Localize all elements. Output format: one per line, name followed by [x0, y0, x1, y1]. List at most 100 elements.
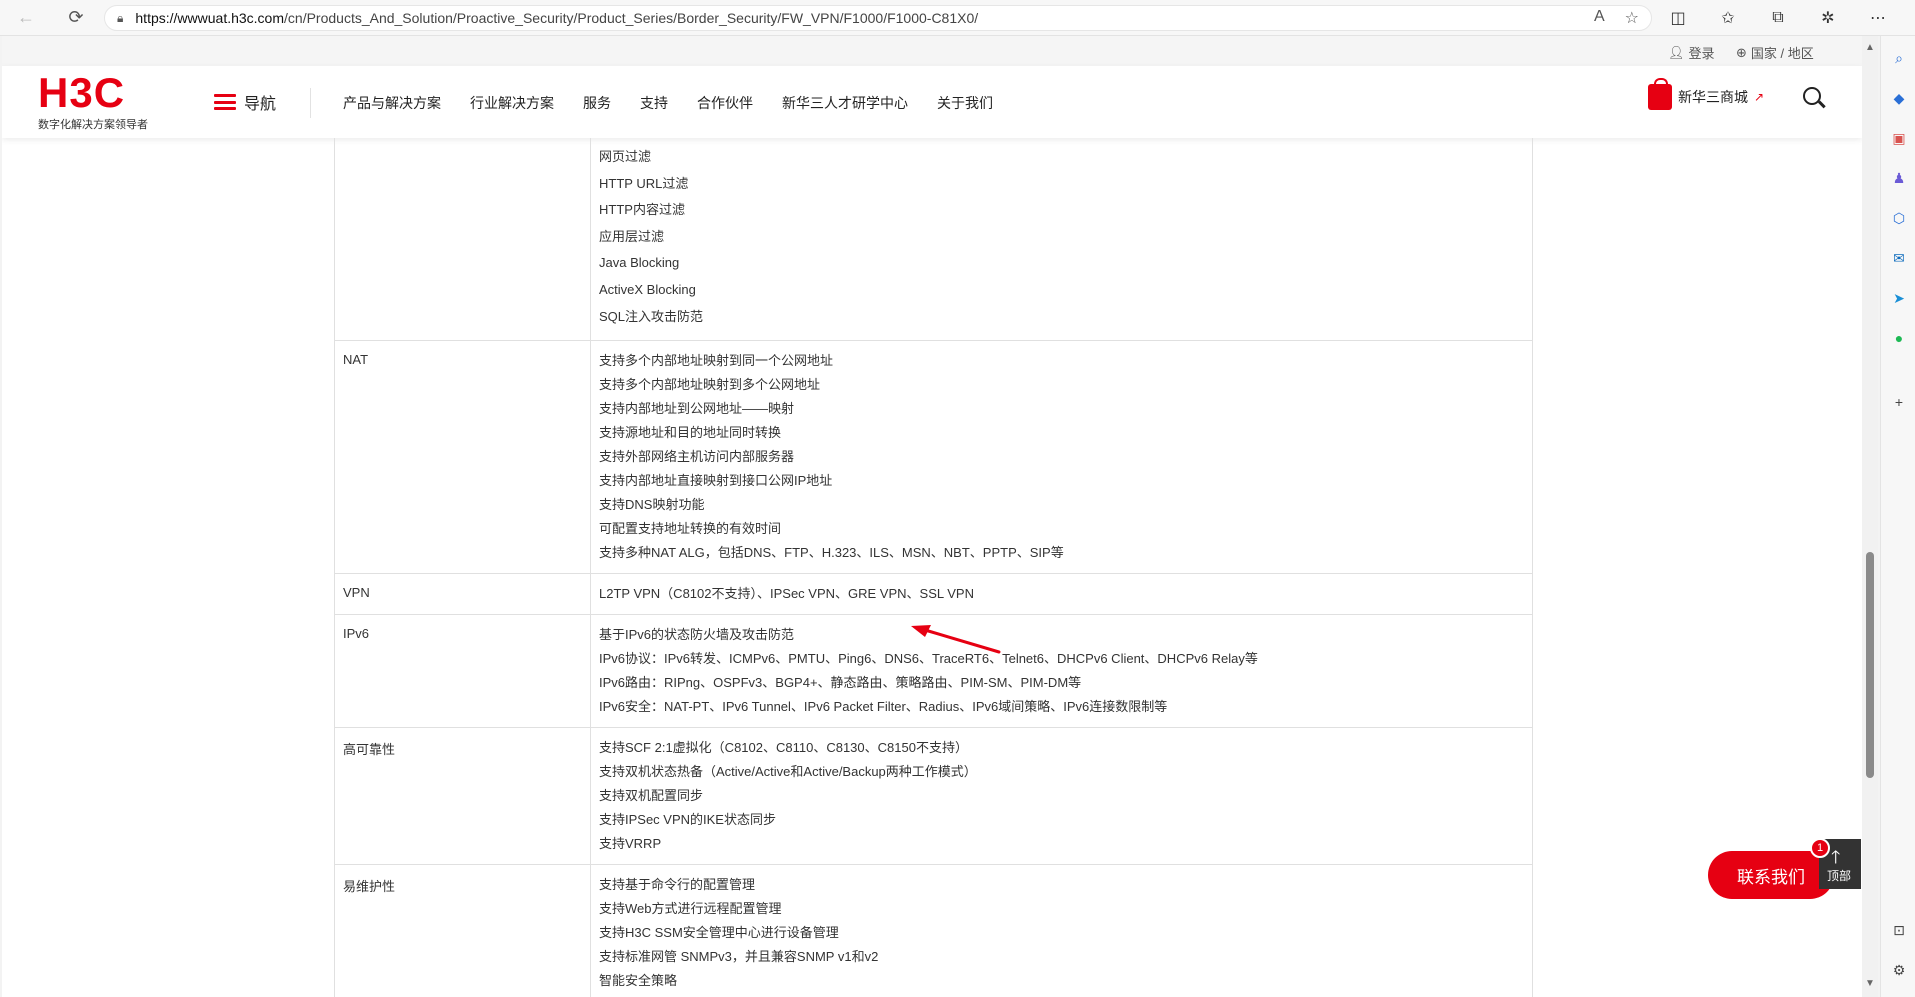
scroll-up-icon[interactable]: ▲	[1865, 42, 1875, 53]
spec-value: 网页过滤 HTTP URL过滤 HTTP内容过滤 应用层过滤 Java Bloc…	[590, 138, 1533, 342]
spec-value: L2TP VPN（C8102不支持）、IPSec VPN、GRE VPN、SSL…	[590, 573, 1533, 616]
spec-value: 支持SCF 2:1虚拟化（C8102、C8110、C8130、C8150不支持）…	[590, 727, 1533, 866]
annotation-arrow-icon	[911, 625, 1001, 654]
spec-line: L2TP VPN（C8102不支持）、IPSec VPN、GRE VPN、SSL…	[599, 586, 974, 602]
lock-icon[interactable]: 🔒︎	[117, 11, 123, 26]
scroll-down-icon[interactable]: ▼	[1865, 978, 1875, 989]
sidebar-spotify-icon[interactable]: ●	[1889, 328, 1909, 348]
region-selector[interactable]: ⊕ 国家 / 地区	[1736, 43, 1814, 62]
table-row: 易维护性 支持基于命令行的配置管理 支持Web方式进行远程配置管理 支持H3C …	[334, 864, 1533, 997]
extensions-icon[interactable]: ✲	[1814, 4, 1842, 32]
page-scrollbar[interactable]: ▲ ▼	[1862, 36, 1878, 997]
logo-text: H3C	[38, 69, 126, 116]
nav-item-service[interactable]: 服务	[583, 93, 611, 113]
spec-line: 支持H3C SSM安全管理中心进行设备管理	[599, 925, 839, 941]
login-link[interactable]: 👤︎ 登录	[1668, 43, 1715, 62]
spec-key: NAT	[334, 340, 591, 575]
url-host: https://wwwuat.h3c.com	[135, 10, 285, 26]
spec-line: 支持基于命令行的配置管理	[599, 877, 756, 893]
spec-line: 支持IPSec VPN的IKE状态同步	[599, 812, 776, 828]
read-aloud-icon[interactable]: A	[1594, 8, 1605, 28]
spec-value: 支持多个内部地址映射到同一个公网地址 支持多个内部地址映射到多个公网地址 支持内…	[590, 340, 1533, 575]
sidebar-shopping-icon[interactable]: ◆	[1889, 88, 1909, 108]
spec-line: 支持内部地址到公网地址——映射	[599, 401, 795, 417]
sidebar-games-icon[interactable]: ♟	[1889, 168, 1909, 188]
sidebar-outlook-icon[interactable]: ✉	[1889, 248, 1909, 268]
spec-key: VPN	[334, 573, 591, 616]
sidebar-settings-icon[interactable]: ⚙	[1889, 960, 1909, 980]
spec-line: 网页过滤	[599, 149, 652, 164]
table-row: NAT 支持多个内部地址映射到同一个公网地址 支持多个内部地址映射到多个公网地址…	[334, 340, 1533, 575]
external-link-icon: ↗	[1754, 90, 1765, 104]
spec-line: 支持多个内部地址映射到同一个公网地址	[599, 353, 834, 369]
table-row: VPN L2TP VPN（C8102不支持）、IPSec VPN、GRE VPN…	[334, 573, 1533, 616]
user-icon: 👤︎	[1668, 44, 1685, 60]
nav-item-products[interactable]: 产品与解决方案	[343, 93, 441, 113]
contact-us-button[interactable]: 联系我们	[1708, 851, 1834, 899]
refresh-icon[interactable]: ⟳	[62, 4, 90, 32]
spec-value: 支持基于命令行的配置管理 支持Web方式进行远程配置管理 支持H3C SSM安全…	[590, 864, 1533, 997]
spec-line: 支持外部网络主机访问内部服务器	[599, 449, 795, 465]
spec-line: 支持Web方式进行远程配置管理	[599, 901, 782, 917]
spec-line: 支持SCF 2:1虚拟化（C8102、C8110、C8130、C8150不支持）	[599, 740, 968, 756]
sidebar-screenshot-icon[interactable]: ⊡	[1889, 920, 1909, 940]
nav-item-partners[interactable]: 合作伙伴	[697, 93, 753, 113]
browser-toolbar: ← ⟳ 🔒︎ https://wwwuat.h3c.com/cn/Product…	[0, 0, 1915, 36]
address-bar[interactable]: 🔒︎ https://wwwuat.h3c.com/cn/Products_An…	[104, 5, 1652, 31]
globe-icon: ⊕	[1736, 44, 1747, 60]
sidebar-search-icon[interactable]: ⌕	[1889, 48, 1909, 68]
nav-menu-button[interactable]: 导航	[214, 90, 276, 114]
spec-line: SQL注入攻击防范	[599, 308, 704, 324]
logo-slogan: 数字化解决方案领导者	[38, 119, 148, 131]
h3c-logo[interactable]: H3C 数字化解决方案领导者	[38, 69, 162, 132]
spec-line: 智能安全策略	[599, 973, 678, 989]
nav-item-industry[interactable]: 行业解决方案	[470, 93, 554, 113]
web-page: 👤︎ 登录 ⊕ 国家 / 地区 H3C 数字化解决方案领导者 导航 产品与解决方…	[2, 36, 1862, 997]
region-label: 国家 / 地区	[1750, 46, 1814, 61]
sidebar-send-icon[interactable]: ➤	[1889, 288, 1909, 308]
search-icon[interactable]	[1802, 86, 1826, 110]
spec-key: IPv6	[334, 614, 591, 729]
url-path: /cn/Products_And_Solution/Proactive_Secu…	[284, 10, 979, 26]
spec-line: 应用层过滤	[599, 228, 665, 244]
split-screen-icon[interactable]: ◫	[1664, 4, 1692, 32]
hamburger-icon	[214, 94, 236, 110]
spec-line	[599, 993, 1524, 997]
spec-line: 可配置支持地址转换的有效时间	[599, 521, 782, 537]
favorites-icon[interactable]: ✩	[1714, 4, 1742, 32]
spec-line: 支持多个内部地址映射到多个公网地址	[599, 377, 821, 393]
collections-icon[interactable]: ⧉	[1764, 4, 1792, 32]
spec-line: HTTP内容过滤	[599, 202, 685, 218]
spec-line: IPv6路由：RIPng、OSPFv3、BGP4+、静态路由、策略路由、PIM-…	[599, 675, 1082, 691]
spec-table: 网页过滤 HTTP URL过滤 HTTP内容过滤 应用层过滤 Java Bloc…	[334, 138, 1533, 997]
nav-item-about[interactable]: 关于我们	[937, 93, 993, 113]
spec-line: 支持双机状态热备（Active/Active和Active/Backup两种工作…	[599, 764, 977, 780]
nav-item-support[interactable]: 支持	[640, 93, 668, 113]
back-arrow-icon[interactable]: ←	[12, 4, 40, 32]
sidebar-add-icon[interactable]: +	[1889, 392, 1909, 412]
browser-sidebar: ⌕ ◆ ▣ ♟ ⬡ ✉ ➤ ● + ⊡ ⚙	[1880, 36, 1915, 997]
spec-key	[334, 138, 591, 342]
spec-line: Java Blocking	[599, 255, 680, 271]
shop-link[interactable]: 新华三商城 ↗	[1648, 78, 1765, 110]
star-icon[interactable]: ☆	[1625, 8, 1639, 28]
spec-line: 支持内部地址直接映射到接口公网IP地址	[599, 473, 833, 489]
scroll-thumb[interactable]	[1866, 552, 1874, 778]
notification-badge: 1	[1810, 838, 1830, 858]
utility-bar: 👤︎ 登录 ⊕ 国家 / 地区	[2, 36, 1862, 66]
sidebar-office-icon[interactable]: ⬡	[1889, 208, 1909, 228]
sidebar-tools-icon[interactable]: ▣	[1889, 128, 1909, 148]
spec-line: 支持DNS映射功能	[599, 497, 705, 513]
spec-line: 支持双机配置同步	[599, 788, 704, 804]
shop-label: 新华三商城	[1678, 89, 1748, 105]
nav-item-talent[interactable]: 新华三人才研学中心	[782, 93, 908, 113]
spec-line: ActiveX Blocking	[599, 281, 696, 297]
header-divider	[310, 88, 311, 118]
site-header: H3C 数字化解决方案领导者 导航 产品与解决方案 行业解决方案 服务 支持 合…	[2, 66, 1862, 138]
spec-line: 基于IPv6的状态防火墙及攻击防范	[599, 627, 795, 643]
spec-line: IPv6安全：NAT-PT、IPv6 Tunnel、IPv6 Packet Fi…	[599, 699, 1168, 715]
table-row: 网页过滤 HTTP URL过滤 HTTP内容过滤 应用层过滤 Java Bloc…	[334, 138, 1533, 342]
shopping-bag-icon	[1648, 78, 1672, 110]
spec-line: 支持VRRP	[599, 836, 662, 852]
more-menu-icon[interactable]: ⋯	[1864, 4, 1892, 32]
